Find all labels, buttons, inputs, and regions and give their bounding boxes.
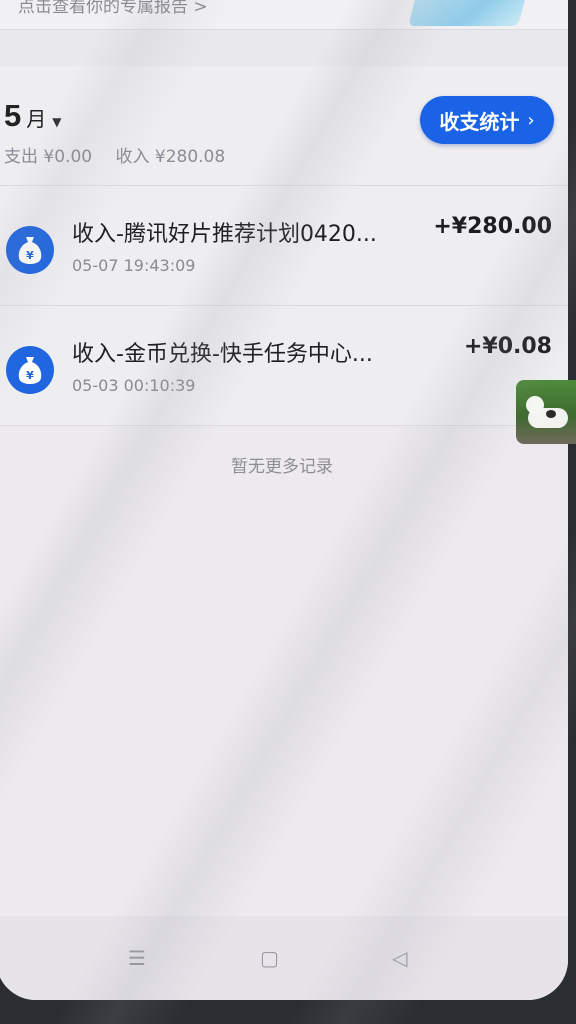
report-banner-text[interactable]: 点击查看你的专属报告 > [18, 0, 208, 17]
record-title: 收入-腾讯好片推荐计划0420... [72, 222, 377, 247]
chevron-right-icon: › [527, 109, 535, 131]
stats-button-label: 收支统计 [439, 109, 520, 134]
month-summary: 5 月 ▼ 支出 ¥0.00 收入 ¥280.08 收支统计 › [0, 66, 568, 186]
system-nav-bar: ☰ ▢ ◁ [0, 916, 568, 1000]
report-banner[interactable]: 点击查看你的专属报告 > [0, 0, 568, 30]
cat-image-spot [546, 410, 556, 418]
stats-button[interactable]: 收支统计 › [420, 96, 554, 144]
record-row[interactable]: ¥ 收入-金币兑换-快手任务中心... 05-03 00:10:39 +¥0.0… [0, 306, 568, 426]
record-list: ¥ 收入-腾讯好片推荐计划0420... 05-07 19:43:09 +¥28… [0, 186, 568, 426]
section-gap [0, 30, 568, 66]
money-bag-icon: ¥ [6, 226, 54, 274]
record-amount: +¥0.08 [463, 334, 552, 359]
record-amount: +¥280.00 [433, 214, 552, 239]
menu-icon[interactable]: ☰ [128, 946, 146, 970]
phone-screen: 点击查看你的专属报告 > 5 月 ▼ 支出 ¥0.00 收入 ¥280.08 收… [0, 0, 568, 1000]
back-icon[interactable]: ◁ [392, 946, 407, 970]
record-time: 05-03 00:10:39 [72, 376, 196, 395]
income-total: 收入 ¥280.08 [115, 147, 226, 167]
record-title: 收入-金币兑换-快手任务中心... [72, 342, 373, 367]
money-bag-icon: ¥ [6, 346, 54, 394]
floating-cat-thumbnail[interactable] [516, 380, 576, 444]
month-number: 5 [4, 98, 22, 133]
record-row[interactable]: ¥ 收入-腾讯好片推荐计划0420... 05-07 19:43:09 +¥28… [0, 186, 568, 306]
month-selector[interactable]: 5 月 ▼ [4, 98, 61, 134]
report-illustration [408, 0, 530, 26]
home-icon[interactable]: ▢ [260, 946, 279, 970]
caret-down-icon: ▼ [52, 115, 62, 129]
svg-text:¥: ¥ [26, 249, 34, 262]
month-unit: 月 [26, 107, 47, 131]
record-time: 05-07 19:43:09 [72, 256, 196, 275]
svg-text:¥: ¥ [26, 369, 34, 382]
expense-total: 支出 ¥0.00 [4, 147, 93, 167]
month-totals: 支出 ¥0.00 收入 ¥280.08 [4, 142, 225, 167]
cat-image-head [526, 396, 544, 414]
no-more-records-text: 暂无更多记录 [231, 457, 333, 477]
